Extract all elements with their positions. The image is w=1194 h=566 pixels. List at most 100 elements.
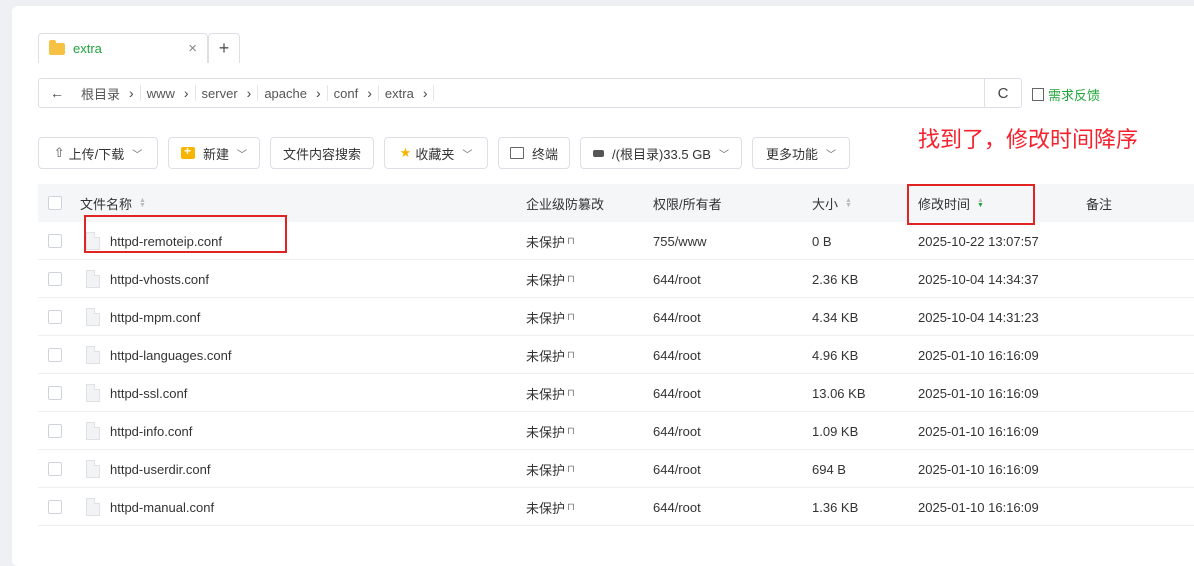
file-icon [86, 498, 100, 516]
unlock-icon: ⊓ [567, 235, 575, 247]
back-arrow-icon[interactable]: ← [39, 85, 75, 101]
file-name[interactable]: httpd-mpm.conf [110, 310, 200, 325]
header-mtime[interactable]: 修改时间 ▲ ▼ [918, 184, 984, 222]
chevron-right-icon[interactable]: › [244, 85, 259, 101]
mtime-value: 2025-01-10 16:16:09 [918, 347, 1039, 363]
protect-cell[interactable]: 未保护 ⊓ [526, 412, 575, 450]
file-name[interactable]: httpd-userdir.conf [110, 462, 210, 477]
row-select-cell [48, 222, 62, 260]
file-name-cell: httpd-vhosts.conf [86, 260, 209, 298]
tab-extra[interactable]: extra × [38, 33, 208, 63]
table-row[interactable]: httpd-remoteip.conf 未保护 ⊓ 755/www 0 B 2025-10… [38, 222, 1194, 260]
protect-cell[interactable]: 未保护 ⊓ [526, 374, 575, 412]
file-name-cell: httpd-userdir.conf [86, 450, 210, 488]
breadcrumb-item[interactable]: server [196, 86, 244, 101]
protect-cell[interactable]: 未保护 ⊓ [526, 298, 575, 336]
chevron-right-icon[interactable]: › [126, 85, 141, 101]
chevron-right-icon[interactable]: › [313, 85, 328, 101]
size-value: 1.09 KB [812, 423, 859, 439]
file-name[interactable]: httpd-manual.conf [110, 500, 214, 515]
upload-icon: ⇧ [53, 145, 65, 160]
perm-cell[interactable]: 644/root [653, 374, 701, 412]
size-cell: 1.09 KB [812, 412, 858, 450]
protect-cell[interactable]: 未保护 ⊓ [526, 260, 575, 298]
table-row[interactable]: httpd-ssl.conf 未保护 ⊓ 644/root 13.06 KB 2025-0… [38, 374, 1194, 412]
terminal-label: 终端 [531, 146, 558, 162]
breadcrumb-item[interactable]: apache [258, 86, 313, 101]
perm-cell[interactable]: 644/root [653, 298, 701, 336]
row-checkbox[interactable] [48, 272, 62, 286]
row-checkbox[interactable] [48, 386, 62, 400]
unlock-icon: ⊓ [567, 425, 575, 437]
chevron-right-icon[interactable]: › [364, 85, 379, 101]
upload-download-button[interactable]: ⇧ 上传/下载 ﹀ [38, 137, 158, 169]
mtime-cell: 2025-10-22 13:07:57 [918, 222, 1039, 260]
select-all-checkbox[interactable] [48, 196, 62, 210]
file-name[interactable]: httpd-vhosts.conf [110, 272, 209, 287]
protect-cell[interactable]: 未保护 ⊓ [526, 488, 575, 526]
disk-icon [593, 149, 605, 157]
size-cell: 0 B [812, 222, 832, 260]
protect-cell[interactable]: 未保护 ⊓ [526, 450, 575, 488]
file-name[interactable]: httpd-info.conf [110, 424, 192, 439]
table-row[interactable]: httpd-userdir.conf 未保护 ⊓ 644/root 694 B 2025-… [38, 450, 1194, 488]
chevron-down-icon: ﹀ [826, 149, 836, 161]
file-name[interactable]: httpd-languages.conf [110, 348, 231, 363]
favorites-button[interactable]: ★ 收藏夹 ﹀ [384, 137, 488, 169]
row-checkbox[interactable] [48, 348, 62, 362]
table-row[interactable]: httpd-languages.conf 未保护 ⊓ 644/root 4.96 KB 2… [38, 336, 1194, 374]
header-perm: 权限/所有者 [653, 184, 722, 222]
disk-button[interactable]: /(根目录)33.5 GB ﹀ [580, 137, 742, 169]
feedback-link[interactable]: 需求反馈 [1032, 85, 1100, 104]
header-note: 备注 [1086, 184, 1112, 222]
row-checkbox[interactable] [48, 500, 62, 514]
file-icon [86, 460, 100, 478]
protect-status: 未保护 [526, 272, 566, 288]
row-checkbox[interactable] [48, 424, 62, 438]
perm-cell[interactable]: 644/root [653, 260, 701, 298]
table-row[interactable]: httpd-manual.conf 未保护 ⊓ 644/root 1.36 KB 2025… [38, 488, 1194, 526]
breadcrumb-item[interactable]: 根目录 [75, 84, 126, 103]
row-checkbox[interactable] [48, 462, 62, 476]
perm-cell[interactable]: 644/root [653, 488, 701, 526]
breadcrumb-item[interactable]: www [141, 86, 181, 101]
protect-cell[interactable]: 未保护 ⊓ [526, 336, 575, 374]
row-checkbox[interactable] [48, 310, 62, 324]
table-row[interactable]: httpd-vhosts.conf 未保护 ⊓ 644/root 2.36 KB 2025… [38, 260, 1194, 298]
perm-cell[interactable]: 644/root [653, 450, 701, 488]
row-select-cell [48, 450, 62, 488]
size-cell: 4.34 KB [812, 298, 858, 336]
perm-cell[interactable]: 644/root [653, 336, 701, 374]
file-icon [86, 270, 100, 288]
perm-cell[interactable]: 644/root [653, 412, 701, 450]
breadcrumb-item[interactable]: extra [379, 86, 420, 101]
protect-status: 未保护 [526, 462, 566, 478]
new-file-icon [180, 144, 195, 159]
row-checkbox[interactable] [48, 234, 62, 248]
refresh-button[interactable]: C [984, 79, 1021, 107]
protect-cell[interactable]: 未保护 ⊓ [526, 222, 575, 260]
table-row[interactable]: httpd-mpm.conf 未保护 ⊓ 644/root 4.34 KB 2025-10… [38, 298, 1194, 336]
content-search-button[interactable]: 文件内容搜索 [270, 137, 374, 169]
protect-status: 未保护 [526, 386, 566, 402]
terminal-button[interactable]: 终端 [498, 137, 570, 169]
file-name-cell: httpd-info.conf [86, 412, 192, 450]
protect-status: 未保护 [526, 234, 566, 250]
header-size[interactable]: 大小 ▲ ▼ [812, 184, 852, 222]
chevron-right-icon[interactable]: › [181, 85, 196, 101]
close-icon[interactable]: × [188, 40, 197, 57]
perm-cell[interactable]: 755/www [653, 222, 706, 260]
file-icon [86, 346, 100, 364]
file-name[interactable]: httpd-remoteip.conf [110, 234, 222, 249]
favorites-label: 收藏夹 [415, 146, 455, 162]
size-value: 694 B [812, 461, 846, 477]
table-row[interactable]: httpd-info.conf 未保护 ⊓ 644/root 1.09 KB 2025-0… [38, 412, 1194, 450]
header-name[interactable]: 文件名称 ▲ ▼ [80, 184, 146, 222]
file-name[interactable]: httpd-ssl.conf [110, 386, 187, 401]
breadcrumb-item[interactable]: conf [328, 86, 365, 101]
new-button[interactable]: 新建 ﹀ [168, 137, 260, 169]
perm-value: 644/root [653, 461, 701, 477]
chevron-right-icon[interactable]: › [420, 85, 435, 101]
add-tab-button[interactable]: + [208, 33, 240, 63]
more-functions-button[interactable]: 更多功能 ﹀ [752, 137, 850, 169]
